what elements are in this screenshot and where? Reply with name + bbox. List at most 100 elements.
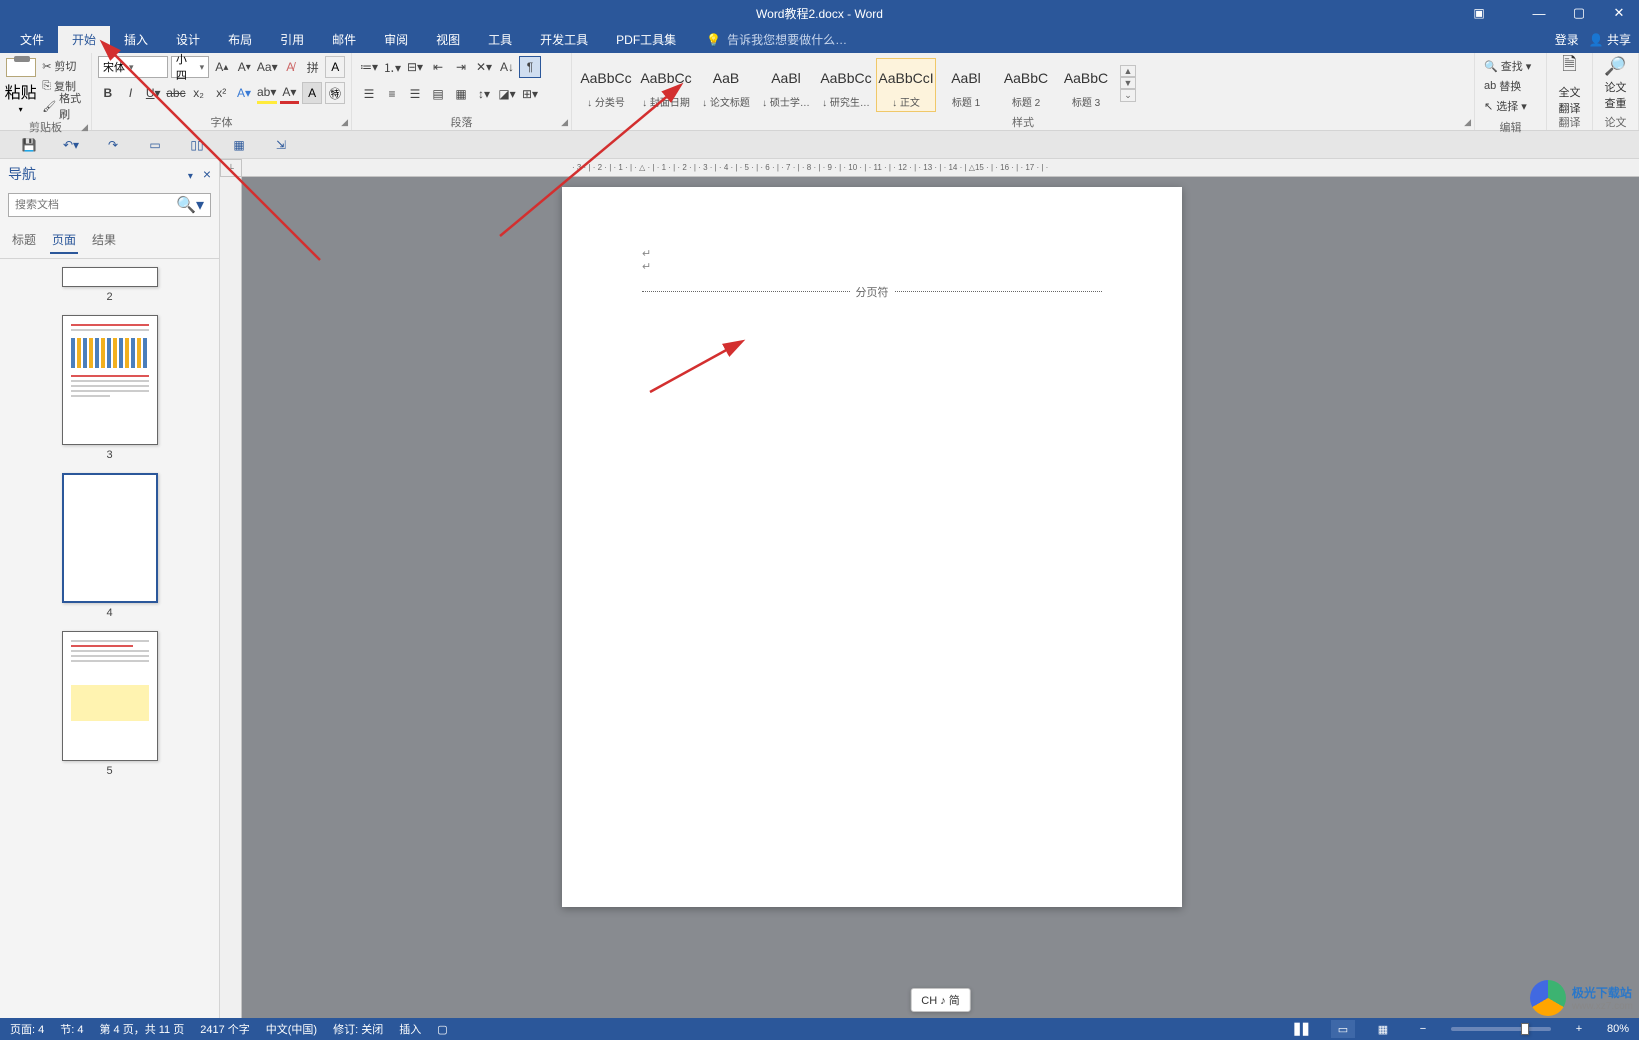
- nav-tab-headings[interactable]: 标题: [10, 227, 38, 254]
- read-mode-button[interactable]: ▋▋: [1291, 1020, 1315, 1038]
- shading-button[interactable]: ◪▾: [496, 83, 518, 105]
- nav-tab-pages[interactable]: 页面: [50, 227, 78, 254]
- zoom-in-button[interactable]: +: [1567, 1020, 1591, 1038]
- thumbnail-page[interactable]: [62, 267, 158, 287]
- search-input[interactable]: [9, 199, 170, 211]
- styles-scrollbar[interactable]: ▲ ▼ ⌄: [1120, 65, 1136, 102]
- thumbnail-item[interactable]: 3: [0, 315, 219, 461]
- text-effects-button[interactable]: A▾: [234, 82, 254, 104]
- font-name-select[interactable]: 宋体▾: [98, 56, 168, 78]
- save-button[interactable]: 💾: [18, 134, 40, 156]
- share-button[interactable]: 👤 共享: [1589, 31, 1631, 48]
- justify-button[interactable]: ▤: [427, 83, 449, 105]
- shrink-font-button[interactable]: A▾: [235, 56, 254, 78]
- strikethrough-button[interactable]: abc: [166, 82, 186, 104]
- tab-developer[interactable]: 开发工具: [526, 26, 602, 53]
- horizontal-ruler[interactable]: · 3 · | · 2 · | · 1 · | · △ · | · 1 · | …: [242, 159, 1639, 177]
- zoom-level[interactable]: 80%: [1607, 1023, 1629, 1035]
- font-color-button[interactable]: A▾: [280, 82, 300, 104]
- tab-view[interactable]: 视图: [422, 26, 474, 53]
- close-button[interactable]: ✕: [1599, 0, 1639, 26]
- numbering-button[interactable]: ⒈▾: [381, 56, 403, 78]
- scroll-down-icon[interactable]: ▼: [1120, 77, 1136, 89]
- change-case-button[interactable]: Aa▾: [257, 56, 278, 78]
- full-translate-button[interactable]: 🗎全文 翻译: [1547, 56, 1592, 112]
- borders-button[interactable]: ⊞▾: [519, 83, 541, 105]
- tab-design[interactable]: 设计: [162, 26, 214, 53]
- decrease-indent-button[interactable]: ⇤: [427, 56, 449, 78]
- tab-tools[interactable]: 工具: [474, 26, 526, 53]
- paper-check-button[interactable]: 🔎论文 查重: [1593, 56, 1638, 112]
- nav-dropdown-icon[interactable]: ▾: [188, 171, 193, 182]
- nav-tab-results[interactable]: 结果: [90, 227, 118, 254]
- highlight-button[interactable]: ab▾: [257, 82, 277, 104]
- style-item[interactable]: AaBl↓ 硕士学…: [756, 58, 816, 112]
- status-track-changes[interactable]: 修订: 关闭: [333, 1021, 383, 1037]
- tab-references[interactable]: 引用: [266, 26, 318, 53]
- tab-insert[interactable]: 插入: [110, 26, 162, 53]
- select-button[interactable]: ↖选择▾: [1479, 96, 1542, 116]
- thumbnail-page[interactable]: [62, 315, 158, 445]
- status-page-of[interactable]: 第 4 页，共 11 页: [99, 1021, 184, 1037]
- find-button[interactable]: 🔍查找▾: [1479, 56, 1542, 76]
- tab-layout[interactable]: 布局: [214, 26, 266, 53]
- vertical-ruler[interactable]: └: [220, 159, 242, 1018]
- redo-button[interactable]: ↷: [102, 134, 124, 156]
- zoom-slider[interactable]: [1451, 1027, 1551, 1031]
- ribbon-display-options-icon[interactable]: ▣: [1469, 3, 1489, 23]
- font-size-select[interactable]: 小四▾: [171, 56, 209, 78]
- paste-button[interactable]: 粘贴 ▾: [4, 58, 37, 114]
- undo-button[interactable]: ↶▾: [60, 134, 82, 156]
- qat-doc-button[interactable]: ▭: [144, 134, 166, 156]
- superscript-button[interactable]: x²: [211, 82, 231, 104]
- maximize-button[interactable]: ▢: [1559, 0, 1599, 26]
- align-center-button[interactable]: ≡: [381, 83, 403, 105]
- grow-font-button[interactable]: A▴: [212, 56, 231, 78]
- print-layout-button[interactable]: ▭: [1331, 1020, 1355, 1038]
- sort-button[interactable]: A↓: [496, 56, 518, 78]
- tab-file[interactable]: 文件: [6, 26, 58, 53]
- show-hide-marks-button[interactable]: ¶: [519, 56, 541, 78]
- macro-record-icon[interactable]: ▢: [437, 1023, 447, 1036]
- status-language[interactable]: 中文(中国): [266, 1021, 317, 1037]
- style-item[interactable]: AaBbC标题 3: [1056, 58, 1116, 112]
- cut-button[interactable]: ✂剪切: [37, 56, 87, 76]
- tab-selector[interactable]: └: [220, 159, 242, 177]
- page-canvas[interactable]: ↵ ↵ 分页符: [562, 187, 1182, 907]
- style-item[interactable]: AaBbCc↓ 分类号: [576, 58, 636, 112]
- search-icon[interactable]: 🔍▾: [170, 195, 210, 215]
- tab-home[interactable]: 开始: [58, 26, 110, 53]
- char-shading-button[interactable]: A: [302, 82, 322, 104]
- italic-button[interactable]: I: [121, 82, 141, 104]
- nav-search-box[interactable]: 🔍▾: [8, 193, 211, 217]
- format-painter-button[interactable]: 🖌格式刷: [37, 96, 87, 116]
- enclose-char-button[interactable]: ㊕: [325, 82, 345, 104]
- status-insert-mode[interactable]: 插入: [399, 1021, 421, 1037]
- line-spacing-button[interactable]: ↕▾: [473, 83, 495, 105]
- qat-pin-button[interactable]: ⇲: [270, 134, 292, 156]
- tab-mailings[interactable]: 邮件: [318, 26, 370, 53]
- style-item[interactable]: AaBbC标题 2: [996, 58, 1056, 112]
- qat-print-button[interactable]: ▯▯: [186, 134, 208, 156]
- login-link[interactable]: 登录: [1555, 31, 1579, 48]
- status-section[interactable]: 节: 4: [60, 1021, 83, 1037]
- minimize-button[interactable]: —: [1519, 0, 1559, 26]
- dialog-launcher-icon[interactable]: ◢: [561, 117, 568, 128]
- distributed-button[interactable]: ▦: [450, 83, 472, 105]
- asian-layout-button[interactable]: ✕▾: [473, 56, 495, 78]
- phonetic-guide-button[interactable]: 拼: [303, 56, 322, 78]
- status-words[interactable]: 2417 个字: [200, 1021, 250, 1037]
- style-item[interactable]: AaBbCc↓ 研究生…: [816, 58, 876, 112]
- scroll-up-icon[interactable]: ▲: [1120, 65, 1136, 77]
- style-item[interactable]: AaBbCcI↓ 正文: [876, 58, 936, 112]
- clear-formatting-button[interactable]: A̸: [281, 56, 300, 78]
- thumbnail-item[interactable]: 2: [0, 267, 219, 303]
- thumbnail-page[interactable]: [62, 631, 158, 761]
- qat-layout-button[interactable]: ▦: [228, 134, 250, 156]
- align-left-button[interactable]: ☰: [358, 83, 380, 105]
- char-border-button[interactable]: A: [325, 56, 345, 78]
- tell-me-box[interactable]: 💡 告诉我您想要做什么…: [690, 26, 847, 53]
- document-scroll[interactable]: · 3 · | · 2 · | · 1 · | · △ · | · 1 · | …: [242, 159, 1639, 1018]
- thumbnail-item[interactable]: 4: [0, 473, 219, 619]
- increase-indent-button[interactable]: ⇥: [450, 56, 472, 78]
